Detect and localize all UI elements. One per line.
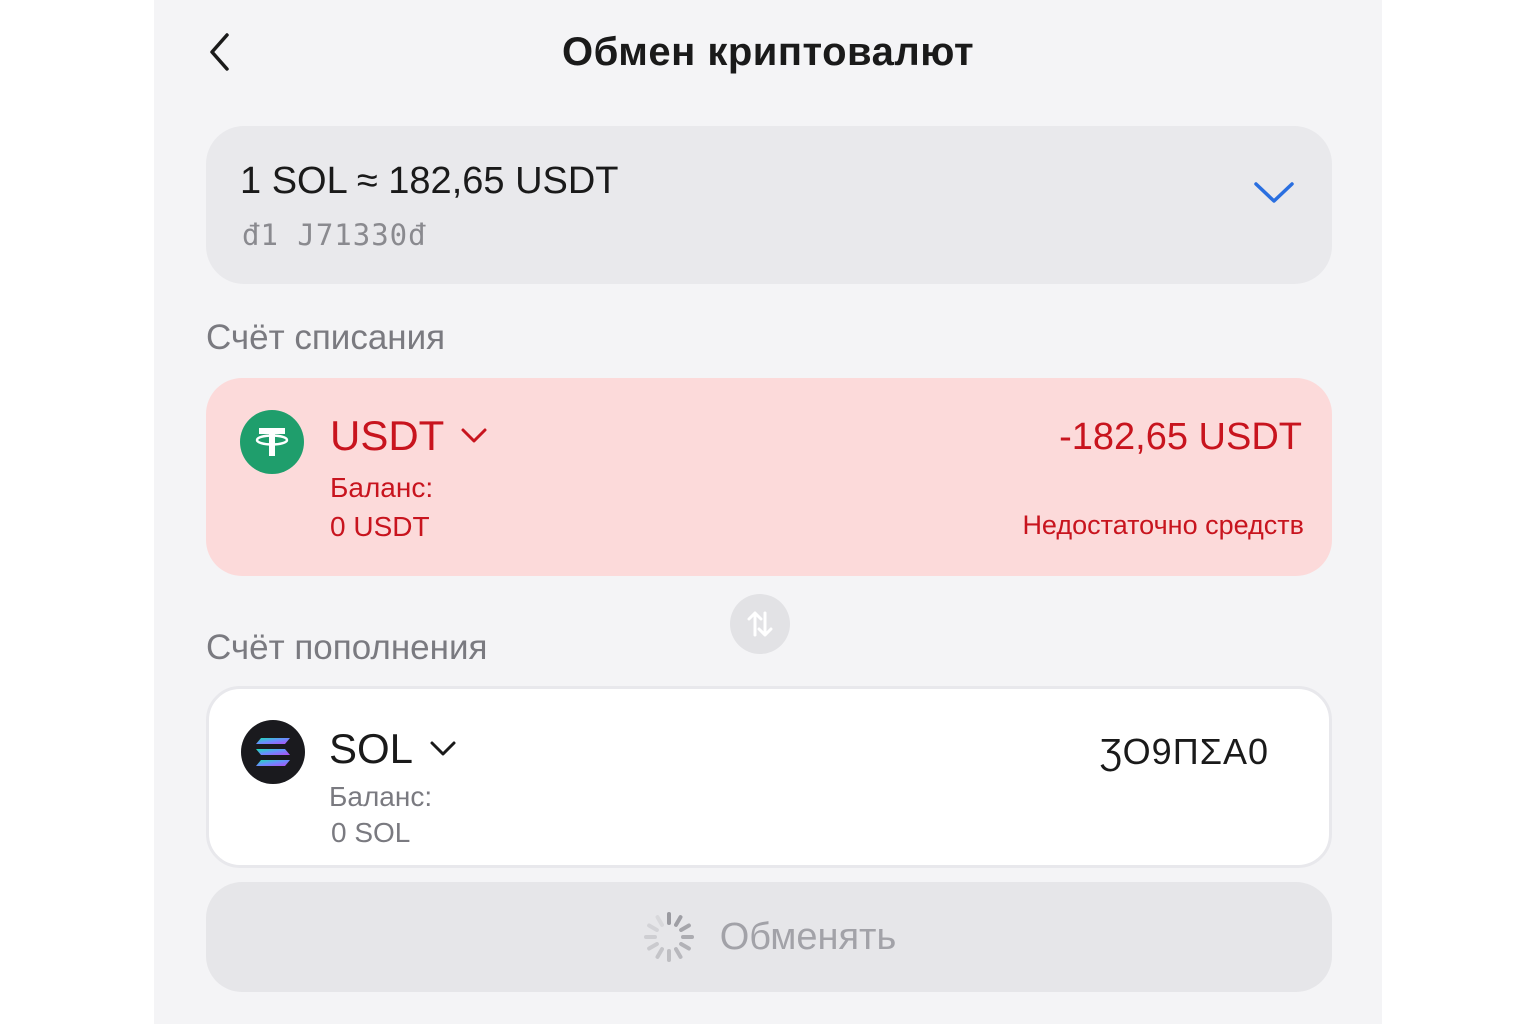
swap-arrows-icon (747, 611, 773, 637)
credit-balance-value: 0 SOL (331, 817, 411, 848)
swap-button[interactable] (730, 594, 790, 654)
credit-account-card: SOL Баланс: 0 SOL ƷO9ΠΣA0 (206, 686, 1332, 868)
chevron-down-icon (461, 428, 487, 443)
debit-currency-selector[interactable]: USDT (330, 412, 488, 460)
credit-section-label: Счёт пополнения (206, 628, 488, 667)
debit-section-label: Счёт списания (206, 318, 446, 357)
debit-currency-label: USDT (330, 412, 445, 459)
tether-icon (240, 410, 304, 474)
debit-balance-value: 0 USDT (330, 511, 430, 542)
debit-account-card: USDT Баланс: 0 USDT -182,65 USDT Недоста… (206, 378, 1332, 576)
solana-icon (241, 720, 305, 784)
exchange-button[interactable]: Обменять (206, 882, 1332, 992)
credit-currency-label: SOL (329, 725, 414, 772)
credit-balance-label: Баланс: (329, 781, 433, 812)
credit-amount[interactable]: ƷO9ΠΣA0 (1100, 731, 1269, 773)
exchange-rate-subtext: đ1 J71330đ (242, 218, 427, 252)
debit-amount[interactable]: -182,65 USDT (1059, 416, 1302, 459)
exchange-button-label: Обменять (719, 915, 897, 958)
exchange-rate-text: 1 SOL ≈ 182,65 USDT (240, 160, 619, 202)
loading-spinner-icon (643, 912, 694, 962)
debit-balance-label: Баланс: (330, 472, 434, 503)
credit-currency-selector[interactable]: SOL (329, 725, 457, 773)
header: Обмен криптовалют (154, 0, 1382, 106)
chevron-down-icon (1254, 182, 1294, 203)
exchange-screen: Обмен криптовалют 1 SOL ≈ 182,65 USDT đ1… (154, 0, 1382, 1024)
page-title: Обмен криптовалют (561, 30, 975, 74)
chevron-down-icon (430, 741, 456, 756)
insufficient-funds-warning: Недостаточно средств (1022, 510, 1304, 540)
exchange-rate-card[interactable]: 1 SOL ≈ 182,65 USDT đ1 J71330đ (206, 126, 1332, 284)
